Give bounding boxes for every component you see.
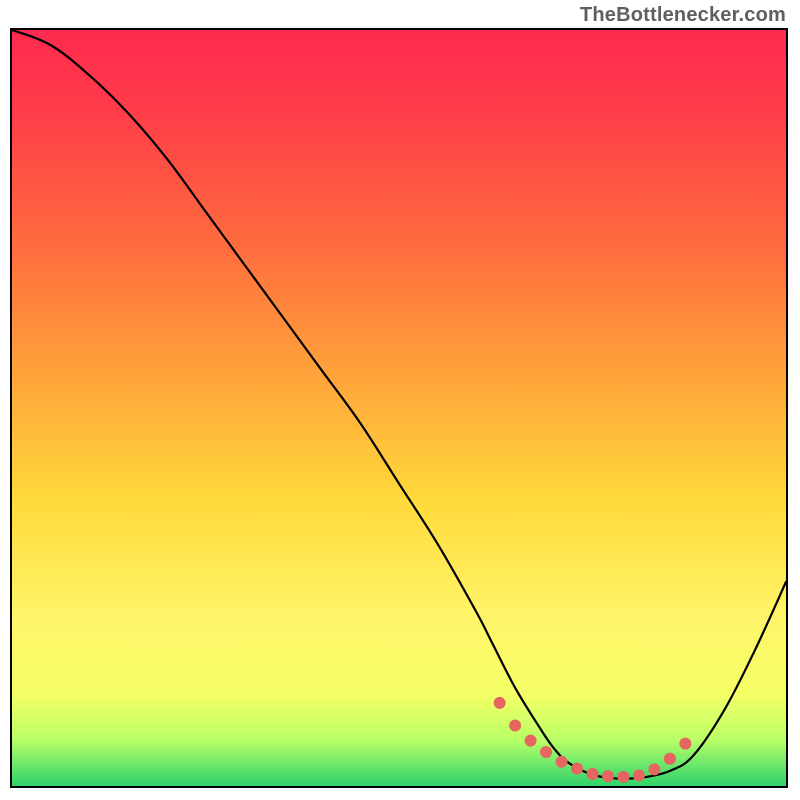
bottom-dot — [664, 753, 676, 765]
bottom-dots-group — [494, 697, 692, 783]
watermark-label: TheBottlenecker.com — [580, 4, 786, 27]
bottom-dot — [556, 756, 568, 768]
bottom-dot — [540, 746, 552, 758]
bottom-dot — [525, 735, 537, 747]
chart-container: TheBottlenecker.com — [0, 0, 800, 800]
plot-area — [10, 28, 788, 788]
bottom-dot — [509, 720, 521, 732]
bottom-dot — [571, 763, 583, 775]
bottom-dot — [494, 697, 506, 709]
bottom-dot — [617, 771, 629, 783]
bottom-dot — [587, 768, 599, 780]
bottom-dot — [648, 763, 660, 775]
curve-svg — [12, 30, 786, 786]
bottom-dot — [602, 770, 614, 782]
bottleneck-curve — [12, 30, 786, 779]
bottom-dot — [633, 769, 645, 781]
bottom-dot — [679, 738, 691, 750]
